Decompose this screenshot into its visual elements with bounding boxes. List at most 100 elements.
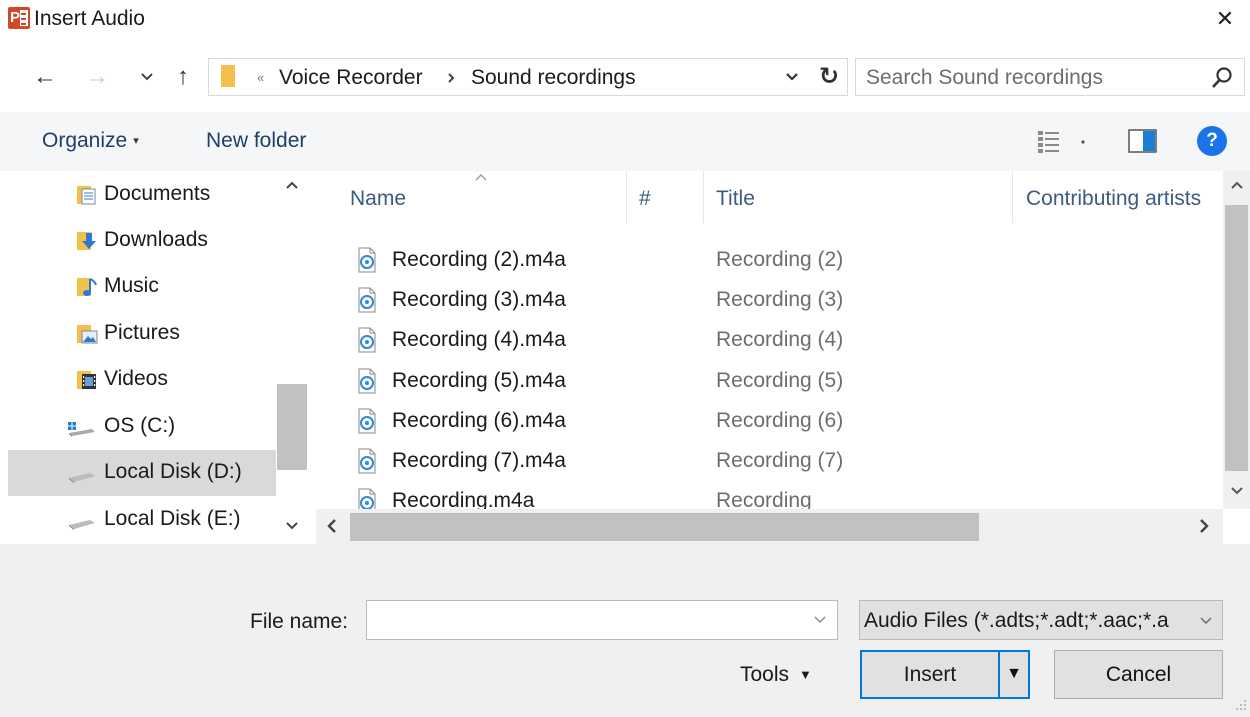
preview-pane-icon[interactable]: [1128, 128, 1158, 154]
resize-grip-icon[interactable]: [1234, 698, 1248, 712]
file-row[interactable]: Recording (7).m4a Recording (7): [352, 442, 1202, 482]
insert-split-button[interactable]: Insert ▼: [860, 650, 1030, 699]
sidebar-item-os-c[interactable]: OS (C:): [8, 404, 276, 450]
column-divider[interactable]: [1012, 171, 1013, 223]
music-icon: [77, 278, 97, 296]
audio-file-icon: [358, 408, 376, 434]
file-name-input[interactable]: [366, 600, 838, 640]
scroll-down-icon[interactable]: [1223, 481, 1250, 507]
file-list-horizontal-scrollbar[interactable]: [316, 509, 1223, 544]
toolbar: Organize ▾ New folder ?: [0, 112, 1250, 171]
address-dropdown-icon[interactable]: [781, 63, 803, 101]
search-icon[interactable]: [1210, 65, 1234, 91]
organize-label: Organize: [42, 129, 128, 152]
column-header-number[interactable]: #: [639, 185, 651, 213]
dropdown-icon: ▼: [799, 667, 812, 683]
file-title: Recording (7): [716, 449, 844, 472]
tools-button[interactable]: Tools ▼: [740, 661, 812, 689]
sidebar-item-local-disk-d[interactable]: Local Disk (D:): [8, 450, 276, 496]
sidebar-item-music[interactable]: Music: [8, 264, 276, 310]
sidebar-item-videos[interactable]: Videos: [8, 357, 276, 403]
insert-options-dropdown-icon[interactable]: ▼: [1000, 661, 1028, 687]
chevron-down-icon: [1198, 609, 1214, 640]
breadcrumb-overflow-icon[interactable]: «: [257, 65, 264, 91]
scroll-thumb[interactable]: [277, 384, 307, 470]
audio-file-icon: [358, 247, 376, 273]
file-name-history-icon[interactable]: [812, 608, 828, 639]
recent-locations-chevron-icon[interactable]: [136, 60, 158, 94]
dialog-footer: File name: Audio Files (*.adts;*.adt;*.a…: [0, 544, 1250, 717]
address-bar[interactable]: « Voice Recorder Sound recordings ↻: [208, 58, 848, 96]
breadcrumb-separator-icon[interactable]: [446, 65, 456, 99]
file-list-vertical-scrollbar[interactable]: [1223, 171, 1250, 509]
sidebar-item-label: Downloads: [104, 228, 208, 251]
tools-label: Tools: [740, 663, 790, 686]
breadcrumb-voice-recorder[interactable]: Voice Recorder: [279, 64, 423, 92]
search-placeholder: Search Sound recordings: [866, 66, 1103, 89]
dropdown-icon: ▾: [133, 135, 139, 148]
sidebar-item-label: Local Disk (D:): [104, 460, 242, 483]
os-drive-icon: [68, 422, 95, 437]
column-divider[interactable]: [626, 171, 627, 223]
file-title: Recording (5): [716, 369, 844, 392]
forward-arrow-icon[interactable]: →: [82, 60, 112, 94]
file-type-select[interactable]: Audio Files (*.adts;*.adt;*.aac;*.a: [859, 600, 1223, 640]
audio-file-icon: [358, 368, 376, 394]
help-icon[interactable]: ?: [1197, 126, 1227, 156]
file-title: Recording (2): [716, 248, 844, 271]
sidebar-item-label: Documents: [104, 182, 211, 205]
scroll-up-icon[interactable]: [1223, 175, 1250, 201]
pictures-icon: [77, 325, 98, 344]
file-list: Name # Title Contributing artists Record…: [316, 171, 1250, 544]
sidebar-item-downloads[interactable]: Downloads: [8, 218, 276, 264]
scroll-thumb[interactable]: [1225, 205, 1248, 471]
sidebar-item-label: Local Disk (E:): [104, 507, 241, 530]
file-name: Recording (3).m4a: [392, 288, 566, 311]
column-header-name[interactable]: Name: [350, 185, 406, 213]
back-arrow-icon[interactable]: ←: [30, 60, 60, 94]
cancel-button[interactable]: Cancel: [1054, 650, 1223, 699]
file-name-label: File name:: [250, 610, 349, 633]
sidebar-item-local-disk-e[interactable]: Local Disk (E:): [8, 497, 276, 543]
sidebar-item-documents[interactable]: Documents: [8, 172, 276, 218]
audio-file-icon: [358, 448, 376, 474]
scroll-right-icon[interactable]: [1192, 514, 1216, 544]
search-input[interactable]: Search Sound recordings: [855, 58, 1245, 96]
file-type-value: Audio Files (*.adts;*.adt;*.aac;*.a: [864, 609, 1169, 632]
window-title: Insert Audio: [34, 7, 145, 30]
file-row[interactable]: Recording (6).m4a Recording (6): [352, 402, 1202, 442]
sidebar-item-label: Music: [104, 274, 159, 297]
sidebar-item-pictures[interactable]: Pictures: [8, 311, 276, 357]
scroll-down-icon[interactable]: [276, 516, 308, 542]
new-folder-button[interactable]: New folder: [206, 126, 306, 156]
sidebar-item-label: Videos: [104, 367, 168, 390]
file-title: Recording (4): [716, 328, 844, 351]
documents-icon: [77, 186, 96, 205]
scroll-up-icon[interactable]: [276, 175, 308, 201]
organize-button[interactable]: Organize ▾: [42, 126, 139, 156]
column-header-title[interactable]: Title: [716, 185, 755, 213]
file-name: Recording (6).m4a: [392, 409, 566, 432]
file-row[interactable]: Recording (5).m4a Recording (5): [352, 362, 1202, 402]
insert-button[interactable]: Insert: [862, 660, 998, 690]
file-row[interactable]: Recording (3).m4a Recording (3): [352, 281, 1202, 321]
breadcrumb-sound-recordings[interactable]: Sound recordings: [471, 64, 636, 92]
column-header-contributing-artists[interactable]: Contributing artists: [1026, 185, 1201, 213]
sidebar-scrollbar[interactable]: [276, 171, 308, 544]
file-name: Recording (5).m4a: [392, 369, 566, 392]
up-arrow-icon[interactable]: ↑: [168, 60, 198, 94]
column-divider[interactable]: [703, 171, 704, 223]
disk-drive-icon: [69, 520, 95, 530]
file-title: Recording (3): [716, 288, 844, 311]
sort-ascending-icon: [474, 171, 488, 185]
scroll-left-icon[interactable]: [320, 514, 344, 544]
close-icon[interactable]: ✕: [1210, 4, 1240, 34]
file-row[interactable]: Recording (4).m4a Recording (4): [352, 321, 1202, 361]
refresh-icon[interactable]: ↻: [813, 61, 845, 93]
audio-file-icon: [358, 327, 376, 353]
file-title: Recording (6): [716, 409, 844, 432]
change-view-icon[interactable]: [1036, 128, 1096, 156]
title-bar: P Insert Audio ✕: [0, 0, 1250, 40]
file-row[interactable]: Recording (2).m4a Recording (2): [352, 241, 1202, 281]
scroll-thumb[interactable]: [350, 513, 979, 541]
